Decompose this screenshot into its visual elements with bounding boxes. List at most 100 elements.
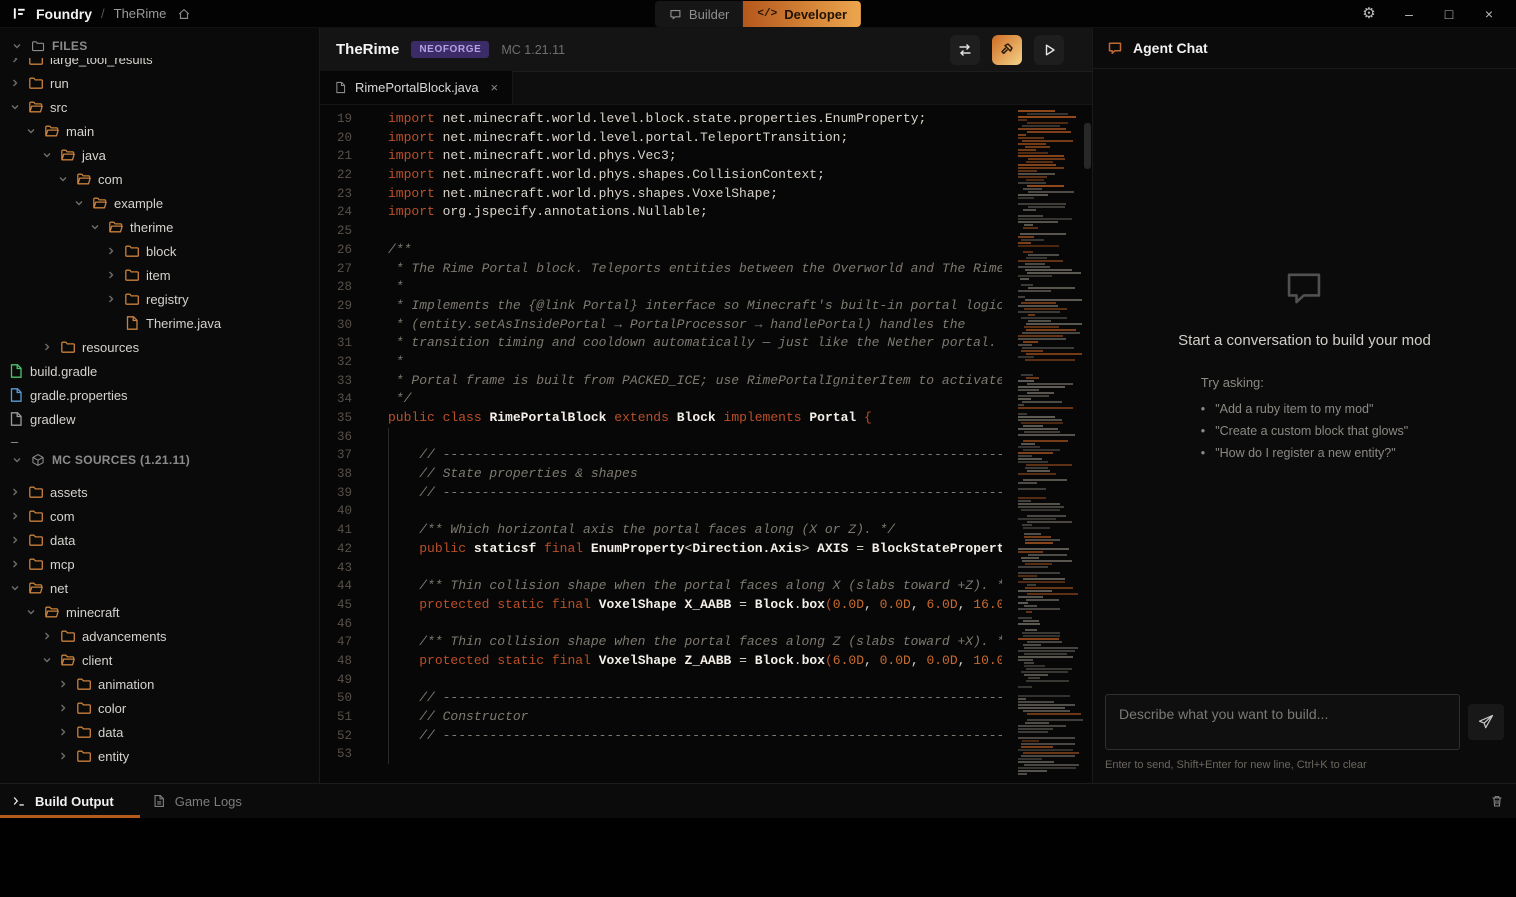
code-line-content	[366, 745, 1002, 764]
tree-item-resources[interactable]: resources	[0, 335, 319, 359]
code-line-content: // Constructor	[366, 708, 1002, 727]
tree-item-item[interactable]: item	[0, 263, 319, 287]
builder-mode-button[interactable]: Builder	[655, 1, 743, 27]
tree-item-advancements[interactable]: advancements	[0, 624, 319, 648]
line-number: 30	[320, 316, 366, 335]
maximize-button[interactable]: □	[1436, 3, 1462, 25]
chat-empty-title: Start a conversation to build your mod	[1178, 332, 1431, 349]
tree-item-entity[interactable]: entity	[0, 744, 319, 768]
build-output-label: Build Output	[35, 794, 114, 809]
tree-item-com[interactable]: com	[0, 504, 319, 528]
code-line: 22import net.minecraft.world.phys.shapes…	[320, 166, 1002, 185]
tree-item-data[interactable]: data	[0, 720, 319, 744]
code-line: 29 * Implements the {@link Portal} inter…	[320, 297, 1002, 316]
tree-item-color[interactable]: color	[0, 696, 319, 720]
editor-scrollbar[interactable]	[1083, 105, 1092, 783]
tree-item-build.gradle[interactable]: build.gradle	[0, 359, 319, 383]
tree-item-assets[interactable]: assets	[0, 480, 319, 504]
tree-item-Therime.java[interactable]: Therime.java	[0, 311, 319, 335]
minimize-button[interactable]: –	[1396, 3, 1422, 25]
clear-output-button[interactable]	[1478, 794, 1516, 808]
tree-item-label: animation	[98, 677, 154, 692]
close-button[interactable]: ×	[1476, 3, 1502, 25]
tree-item-block[interactable]: block	[0, 239, 319, 263]
maximize-icon: □	[1445, 6, 1453, 22]
line-number: 20	[320, 129, 366, 148]
chevron-down-icon	[40, 655, 54, 665]
line-number: 29	[320, 297, 366, 316]
line-number: 38	[320, 465, 366, 484]
folder-icon	[76, 700, 92, 716]
tree-item-label: registry	[146, 292, 189, 307]
tree-item-gradlew[interactable]: gradlew	[0, 407, 319, 431]
tab-close-icon[interactable]: ×	[491, 80, 499, 95]
chat-bubble-large-icon	[1281, 265, 1327, 316]
tab-build-output[interactable]: Build Output	[0, 784, 140, 818]
minimap[interactable]	[1017, 110, 1083, 779]
folder-icon	[28, 75, 44, 91]
home-icon	[177, 7, 191, 21]
line-number: 25	[320, 222, 366, 241]
chevron-down-icon	[8, 583, 22, 593]
tree-item-src[interactable]: src	[0, 95, 319, 119]
tree-item-label: com	[50, 509, 75, 524]
build-button[interactable]	[992, 35, 1022, 65]
send-button[interactable]	[1468, 704, 1504, 740]
code-line: 19import net.minecraft.world.level.block…	[320, 110, 1002, 129]
scrollbar-thumb[interactable]	[1084, 123, 1091, 169]
code-line: 25	[320, 222, 1002, 241]
home-button[interactable]	[175, 5, 193, 23]
tree-item-gradle.properties[interactable]: gradle.properties	[0, 383, 319, 407]
code-line-content: * Implements the {@link Portal} interfac…	[366, 297, 1002, 316]
tree-item-mcp[interactable]: mcp	[0, 552, 319, 576]
developer-mode-button[interactable]: </> Developer	[743, 1, 861, 27]
chat-input[interactable]	[1105, 694, 1460, 750]
tree-item-client[interactable]: client	[0, 648, 319, 672]
code-line-content	[366, 615, 1002, 634]
tree-item-therime[interactable]: therime	[0, 215, 319, 239]
tab-game-logs[interactable]: Game Logs	[140, 784, 268, 818]
line-number: 48	[320, 652, 366, 671]
mc-sources-section-label: MC SOURCES (1.21.11)	[52, 453, 190, 467]
tree-item-registry[interactable]: registry	[0, 287, 319, 311]
chevron-right-icon	[56, 751, 70, 761]
tree-item-main[interactable]: main	[0, 119, 319, 143]
tree-item-com[interactable]: com	[0, 167, 319, 191]
code-line-content: import net.minecraft.world.phys.shapes.V…	[366, 185, 1002, 204]
folder-icon	[28, 508, 44, 524]
code-line-content: * (entity.setAsInsidePortal → PortalProc…	[366, 316, 1002, 335]
tree-item-run[interactable]: run	[0, 71, 319, 95]
files-section-header[interactable]: FILES	[0, 34, 319, 58]
code-line: 34 */	[320, 390, 1002, 409]
code-line-content: *	[366, 278, 1002, 297]
code-line-content: * The Rime Portal block. Teleports entit…	[366, 260, 1002, 279]
code-editor[interactable]: 19import net.minecraft.world.level.block…	[320, 105, 1092, 783]
run-button[interactable]	[1034, 35, 1064, 65]
settings-button[interactable]: ⚙	[1356, 3, 1382, 25]
tree-item-label: resources	[82, 340, 139, 355]
tree-item-label: data	[98, 725, 123, 740]
code-line-content: public class RimePortalBlock extends Blo…	[366, 409, 1002, 428]
folder-icon	[124, 291, 140, 307]
code-line-content: protected static final VoxelShape X_AABB…	[366, 596, 1002, 615]
tree-item-minecraft[interactable]: minecraft	[0, 600, 319, 624]
line-number: 23	[320, 185, 366, 204]
code-line-content: // -------------------------------------…	[366, 689, 1002, 708]
line-number: 45	[320, 596, 366, 615]
tree-item-partial[interactable]	[0, 437, 319, 443]
tree-item-example[interactable]: example	[0, 191, 319, 215]
tree-item-label: Therime.java	[146, 316, 221, 331]
suggestion-text: "How do I register a new entity?"	[1215, 446, 1396, 460]
sync-button[interactable]	[950, 35, 980, 65]
tree-item-net[interactable]: net	[0, 576, 319, 600]
tree-item-animation[interactable]: animation	[0, 672, 319, 696]
mc-sources-section-header[interactable]: MC SOURCES (1.21.11)	[0, 448, 319, 472]
code-line: 26/**	[320, 241, 1002, 260]
tree-item-java[interactable]: java	[0, 143, 319, 167]
game-logs-label: Game Logs	[175, 794, 242, 809]
tree-item-large_tool_results[interactable]: large_tool_results	[0, 58, 319, 71]
code-line-content: /** Which horizontal axis the portal fac…	[366, 521, 1002, 540]
tab-rimeportalblock[interactable]: RimePortalBlock.java ×	[320, 71, 513, 104]
tree-item-data[interactable]: data	[0, 528, 319, 552]
tree-item-partial[interactable]	[0, 774, 319, 780]
